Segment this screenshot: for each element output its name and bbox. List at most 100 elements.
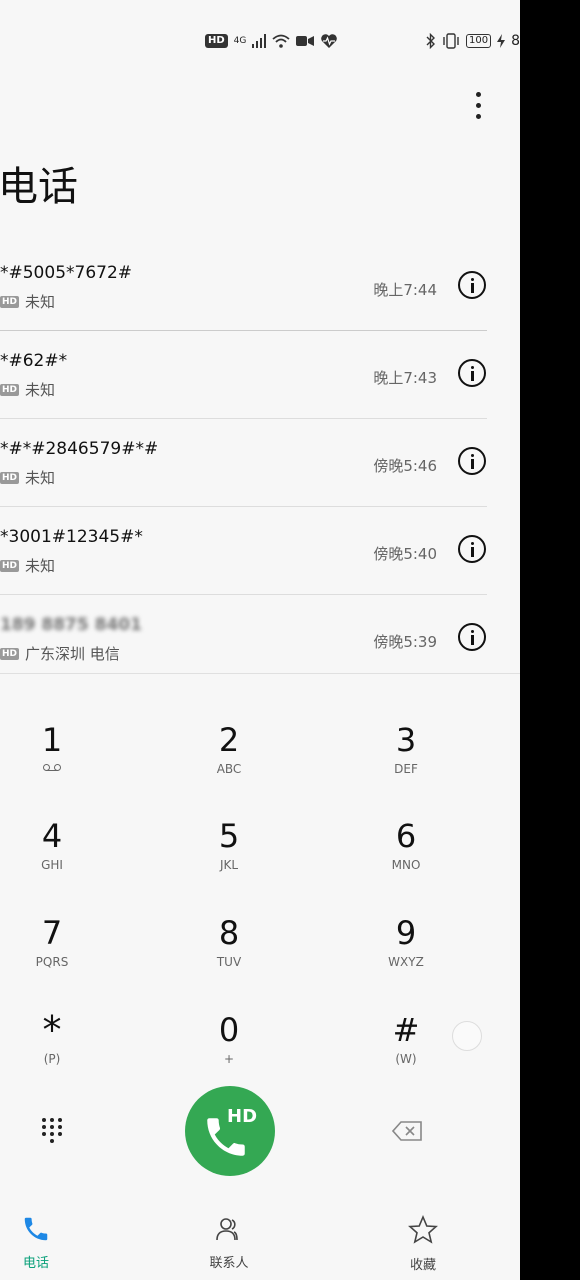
page-title: 电话 <box>0 164 78 210</box>
call-number: *#62#* <box>0 351 68 371</box>
dial-key-3[interactable]: 3 DEF <box>346 722 466 776</box>
call-number-blurred: 189 8875 8401 <box>0 615 142 635</box>
call-log-list: *#5005*7672# HD 未知 晚上7:44 *#62#* HD 未知 晚上7… <box>0 243 520 683</box>
phone-screen: HD 4G 100 8 电话 *#5005*7672# HD 未知 晚上7:44 <box>0 0 520 1280</box>
nav-contacts-label: 联系人 <box>209 1256 249 1271</box>
battery-icon: 100 <box>465 34 492 48</box>
signal-icon <box>252 34 267 48</box>
contacts-icon <box>216 1218 238 1241</box>
dial-digit: 7 <box>41 914 63 952</box>
dial-key-2[interactable]: 2 ABC <box>169 722 289 776</box>
dial-letters: (P) <box>43 1052 61 1066</box>
call-hd-label: HD <box>227 1106 258 1127</box>
dial-digit: * <box>42 1008 62 1052</box>
dial-letters: ABC <box>216 762 242 776</box>
dial-letters: (W) <box>395 1052 417 1066</box>
call-number: *#5005*7672# <box>0 263 133 283</box>
dial-digit: 2 <box>218 721 240 759</box>
hd-voice-icon: HD <box>205 34 228 48</box>
call-time: 傍晚5:46 <box>373 457 437 475</box>
dial-letters: GHI <box>41 858 63 872</box>
clock-partial: 8 <box>511 33 520 49</box>
status-bar: HD 4G 100 8 <box>0 30 520 56</box>
hd-icon: HD <box>0 383 20 396</box>
info-icon[interactable] <box>458 535 486 563</box>
call-location: 广东深圳 电信 <box>25 645 120 663</box>
info-icon[interactable] <box>458 271 486 299</box>
call-log-item[interactable]: *3001#12345#* HD 未知 傍晚5:40 <box>0 507 520 595</box>
hd-icon: HD <box>0 471 20 484</box>
dialpad-toggle-icon[interactable] <box>42 1118 64 1143</box>
dial-digit: 8 <box>218 914 240 952</box>
call-log-item[interactable]: *#5005*7672# HD 未知 晚上7:44 <box>0 243 520 331</box>
hd-icon: HD <box>0 559 20 572</box>
call-button[interactable]: HD <box>185 1086 275 1176</box>
call-location: 未知 <box>25 557 56 575</box>
dial-key-0[interactable]: 0 + <box>169 1012 289 1066</box>
charging-icon <box>497 34 506 48</box>
wifi-icon <box>272 34 290 48</box>
hd-icon: HD <box>0 295 20 308</box>
dial-digit: 3 <box>395 721 417 759</box>
dial-digit: 4 <box>41 817 63 855</box>
dial-key-1[interactable]: 1 <box>0 722 112 777</box>
backspace-icon[interactable] <box>392 1121 422 1141</box>
call-location: 未知 <box>25 381 56 399</box>
dial-key-6[interactable]: 6 MNO <box>346 818 466 872</box>
call-log-item[interactable]: 189 8875 8401 HD 广东深圳 电信 傍晚5:39 <box>0 595 520 683</box>
more-options-icon[interactable] <box>470 92 486 120</box>
call-log-item[interactable]: *#62#* HD 未知 晚上7:43 <box>0 331 520 419</box>
dial-key-5[interactable]: 5 JKL <box>169 818 289 872</box>
info-icon[interactable] <box>458 623 486 651</box>
info-icon[interactable] <box>458 447 486 475</box>
call-time: 晚上7:43 <box>373 369 437 387</box>
dial-key-9[interactable]: 9 WXYZ <box>346 915 466 969</box>
phone-icon <box>24 1217 48 1241</box>
nav-phone-label: 电话 <box>22 1256 49 1271</box>
dial-key-hash[interactable]: # (W) <box>346 1012 466 1066</box>
floating-assist-icon[interactable] <box>452 1021 482 1051</box>
call-sub: HD 未知 <box>0 555 55 576</box>
info-icon[interactable] <box>458 359 486 387</box>
dial-digit: 5 <box>218 817 240 855</box>
call-sub: HD 未知 <box>0 467 55 488</box>
dial-digit: 6 <box>395 817 417 855</box>
dial-digit: 1 <box>41 721 63 759</box>
dial-digit: 9 <box>395 914 417 952</box>
status-right: 100 8 <box>426 33 520 49</box>
bottom-navigation: 电话 联系人 收藏 <box>0 1198 520 1280</box>
call-time: 傍晚5:40 <box>373 545 437 563</box>
nav-phone[interactable]: 电话 <box>0 1198 96 1271</box>
hd-icon: HD <box>0 647 20 660</box>
dial-key-7[interactable]: 7 PQRS <box>0 915 112 969</box>
call-number: *3001#12345#* <box>0 527 143 547</box>
dial-digit: # <box>392 1011 420 1049</box>
dial-letters: DEF <box>394 762 418 776</box>
dial-letters: + <box>223 1052 235 1066</box>
health-heart-icon <box>321 34 338 48</box>
call-sub: HD 未知 <box>0 379 55 400</box>
dial-key-star[interactable]: * (P) <box>0 1008 112 1066</box>
status-left: HD 4G <box>205 33 338 49</box>
dial-letters: PQRS <box>35 955 69 969</box>
call-sub: HD 未知 <box>0 291 55 312</box>
dial-key-4[interactable]: 4 GHI <box>0 818 112 872</box>
network-type-label: 4G <box>233 36 247 46</box>
nav-contacts[interactable]: 联系人 <box>169 1198 289 1271</box>
dialpad-divider <box>0 673 520 674</box>
call-log-item[interactable]: *#*#2846579#*# HD 未知 傍晚5:46 <box>0 419 520 507</box>
call-number: *#*#2846579#*# <box>0 439 159 459</box>
dial-digit: 0 <box>218 1011 240 1049</box>
dial-key-8[interactable]: 8 TUV <box>169 915 289 969</box>
nav-favorites-label: 收藏 <box>409 1258 436 1273</box>
video-call-icon <box>296 36 315 46</box>
call-time: 傍晚5:39 <box>373 633 437 651</box>
dial-letters: JKL <box>219 858 239 872</box>
dial-letters: TUV <box>216 955 242 969</box>
nav-favorites[interactable]: 收藏 <box>363 1198 483 1273</box>
voicemail-icon <box>0 762 112 777</box>
edge-black-band <box>520 0 580 1280</box>
dial-letters: WXYZ <box>388 955 424 969</box>
call-sub: HD 广东深圳 电信 <box>0 643 120 664</box>
star-icon <box>408 1214 438 1244</box>
